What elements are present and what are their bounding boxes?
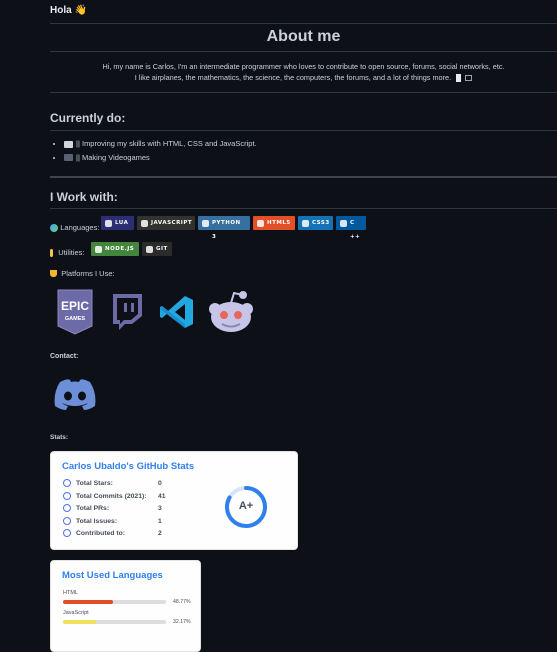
divider <box>50 51 557 52</box>
divider <box>50 208 557 209</box>
stats-card-title: Carlos Ubaldo's GitHub Stats <box>62 461 195 472</box>
stat-row: Total Stars: <box>63 479 173 487</box>
languages-label: Languages: <box>60 223 100 232</box>
twitch-icon[interactable] <box>108 292 146 332</box>
language-bar <box>63 600 166 604</box>
badge-javascript: javascript <box>137 216 195 230</box>
stat-label: Total PRs: <box>76 505 110 512</box>
divider <box>50 23 557 24</box>
book-icon <box>456 74 462 83</box>
stat-value: 1 <box>158 517 162 525</box>
utilities-row: Utilities: <box>50 248 85 257</box>
language-bar-fill <box>63 620 97 624</box>
list-item: || Making Videogames <box>64 151 257 165</box>
divider <box>50 92 557 93</box>
stat-row: Contributed to: <box>63 529 173 537</box>
badge-logo-icon <box>257 219 264 227</box>
stat-icon <box>63 504 71 512</box>
badge-node-js: node.js <box>91 242 139 256</box>
badge-label: javascript <box>151 220 193 226</box>
bulb-icon <box>50 248 53 257</box>
languages-row: Languages: <box>50 223 99 232</box>
badge-c-: c ++ <box>336 216 366 240</box>
keyboard-icon <box>64 140 73 148</box>
badge-logo-icon <box>202 219 209 227</box>
stat-label: Total Commits (2021): <box>76 492 147 500</box>
gamepad-icon <box>64 154 73 162</box>
badge-python-3: python 3 <box>198 216 250 240</box>
badge-label: git <box>156 246 168 252</box>
trophy-icon <box>50 270 57 278</box>
divider <box>50 130 557 131</box>
grade-text: A+ <box>238 500 254 512</box>
badge-label: lua <box>115 220 129 226</box>
stat-row: Total Commits (2021): <box>63 491 173 500</box>
platforms-label: Platforms I Use: <box>61 269 115 278</box>
list-item-text: || Improving my skills with HTML, CSS an… <box>76 139 257 148</box>
stat-value: 3 <box>158 505 162 512</box>
badge-logo-icon <box>340 219 347 227</box>
divider <box>50 176 557 178</box>
stat-label: Contributed to: <box>76 530 126 537</box>
currently-title: Currently do: <box>50 111 126 125</box>
stats-label: Stats: <box>50 434 69 441</box>
most-used-languages-card[interactable]: Most Used Languages HTML 48.77% JavaScript… <box>50 560 201 652</box>
language-bar <box>63 620 166 624</box>
stat-icon <box>63 529 71 537</box>
work-title: I Work with: <box>50 190 118 204</box>
badge-logo-icon <box>146 245 153 253</box>
badge-label: c ++ <box>350 220 361 240</box>
contact-label: Contact: <box>50 353 79 360</box>
badge-logo-icon <box>105 219 112 227</box>
badge-label: html5 <box>267 220 291 226</box>
reddit-icon[interactable] <box>205 289 257 335</box>
badge-logo-icon <box>141 219 148 227</box>
laptop-icon <box>465 75 473 82</box>
globe-icon <box>50 223 58 232</box>
badge-logo-icon <box>302 219 309 227</box>
stat-row: Total Issues: <box>63 516 173 525</box>
language-bar-fill <box>63 600 114 604</box>
stat-label: Total Issues: <box>76 517 118 525</box>
language-percent: 48.77% <box>173 599 191 605</box>
about-line-2-wrap: I like airplanes, the mathematics, the s… <box>50 72 557 83</box>
stat-row: Total PRs: <box>63 504 173 512</box>
badge-logo-icon <box>95 245 102 253</box>
list-item: || Improving my skills with HTML, CSS an… <box>64 137 257 151</box>
badge-html5: html5 <box>253 216 295 230</box>
stat-icon <box>63 516 71 525</box>
badge-label: python 3 <box>212 220 241 240</box>
discord-icon[interactable] <box>52 377 98 411</box>
stat-icon <box>63 479 71 487</box>
greeting: Hola 👋 <box>50 5 87 16</box>
badge-css3: css3 <box>298 216 333 230</box>
stat-icon <box>63 491 71 500</box>
about-line-2: I like airplanes, the mathematics, the s… <box>134 73 452 82</box>
language-name: HTML <box>63 590 78 596</box>
about-line-1: Hi, my name is Carlos, I'm an intermedia… <box>102 62 505 71</box>
visual-studio-code-icon[interactable] <box>158 293 196 331</box>
utilities-label: Utilities: <box>58 248 85 257</box>
languages-card-title: Most Used Languages <box>62 570 163 581</box>
about-title: About me <box>266 28 341 45</box>
language-name: JavaScript <box>63 610 89 616</box>
stat-value: 0 <box>158 480 162 487</box>
currently-list: || Improving my skills with HTML, CSS an… <box>50 137 257 164</box>
badge-lua: lua <box>101 216 134 230</box>
badge-label: css3 <box>312 220 330 226</box>
github-stats-card[interactable]: Carlos Ubaldo's GitHub Stats Total Stars… <box>50 451 298 550</box>
stat-value: 2 <box>158 530 162 537</box>
stat-label: Total Stars: <box>76 480 113 487</box>
language-percent: 32.17% <box>173 619 191 625</box>
stat-value: 41 <box>158 492 166 500</box>
badge-git: git <box>142 242 172 256</box>
svg-text:EPIC: EPIC <box>61 299 89 313</box>
badge-label: node.js <box>105 246 135 252</box>
svg-text:GAMES: GAMES <box>65 316 86 322</box>
epic-games-icon[interactable]: EPIC GAMES <box>55 288 95 336</box>
about-text: Hi, my name is Carlos, I'm an intermedia… <box>50 61 557 83</box>
platforms-row: Platforms I Use: <box>50 269 115 278</box>
list-item-text: || Making Videogames <box>76 152 150 162</box>
